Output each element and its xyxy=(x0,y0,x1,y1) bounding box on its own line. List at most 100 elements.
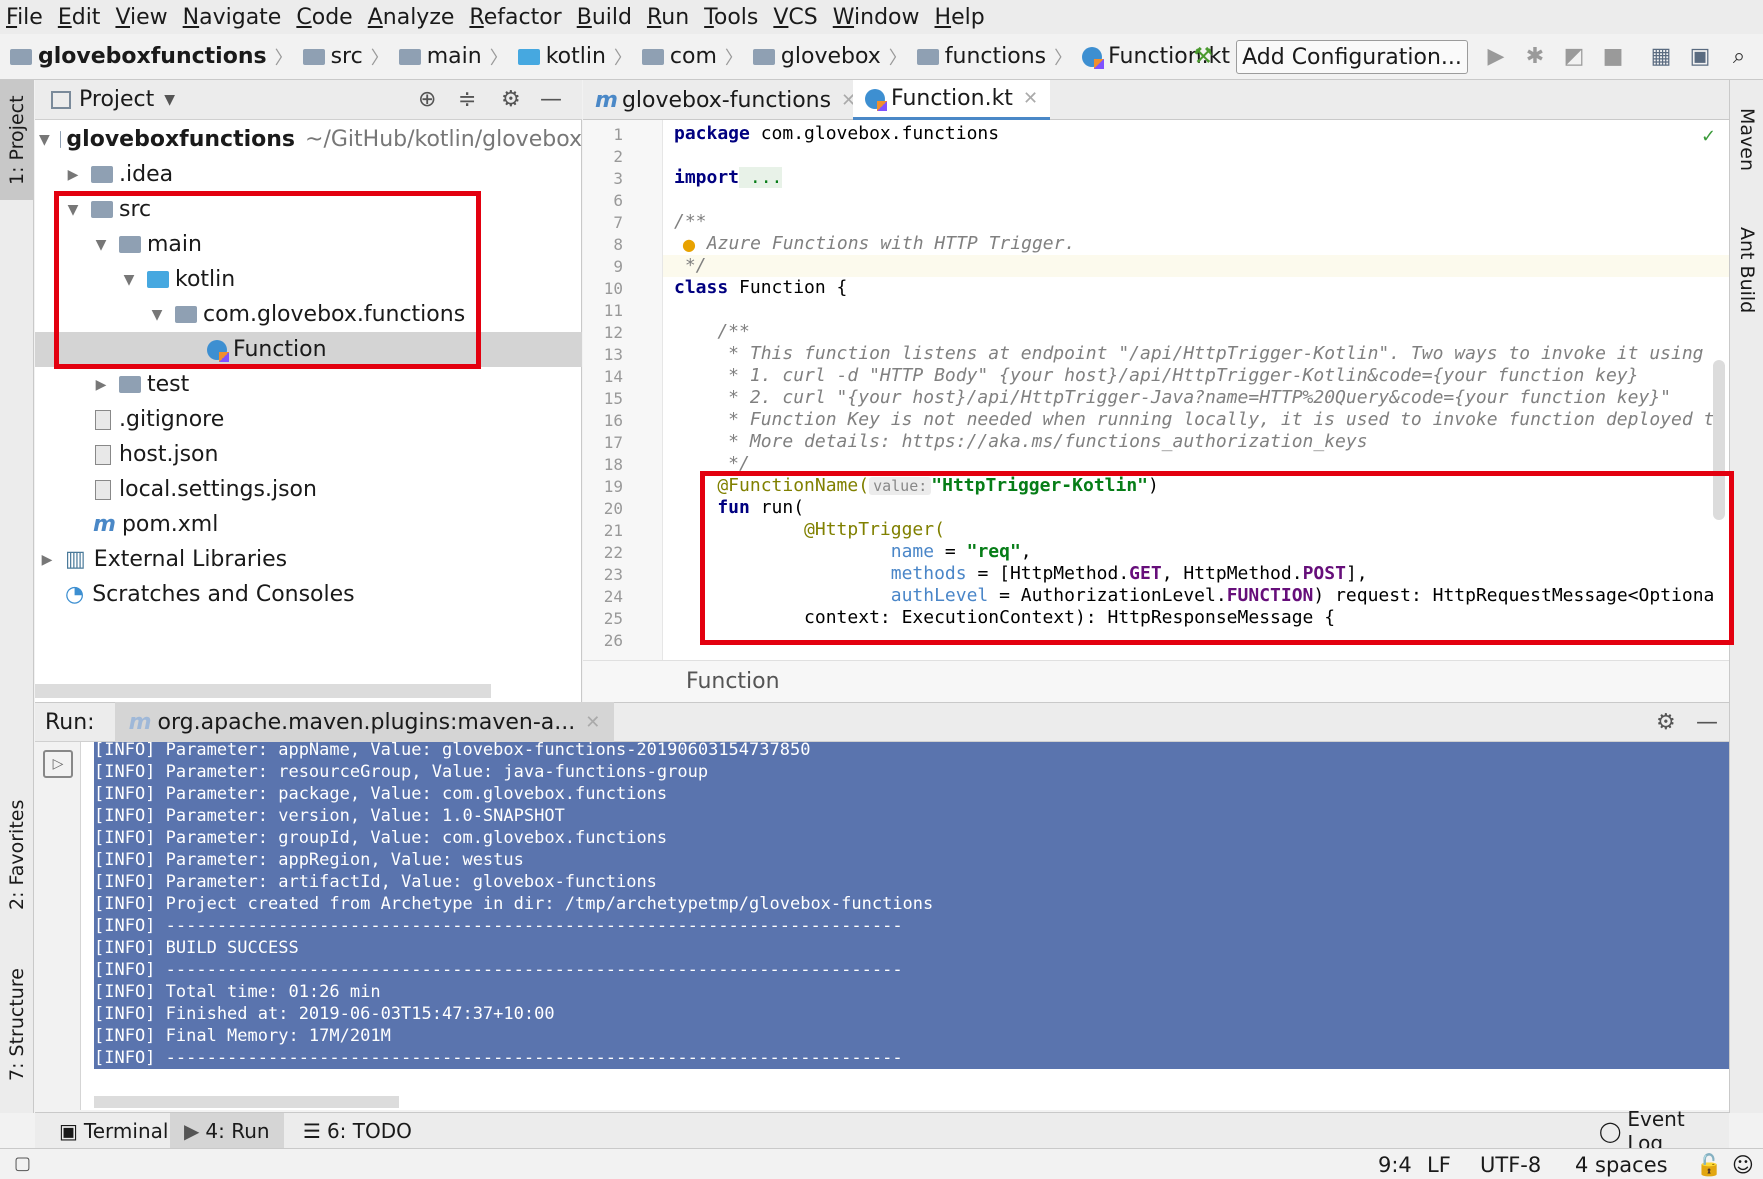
project-tool-tab[interactable]: 1: Project xyxy=(0,80,34,200)
tree-item-gloveboxfunctions[interactable]: ▼ gloveboxfunctions ~/GitHub/kotlin/gloveb… xyxy=(35,122,582,157)
breadcrumb-com[interactable]: com 〉 xyxy=(641,44,743,70)
tree-item-gitignore[interactable]: .gitignore xyxy=(35,402,582,437)
tree-label: .gitignore xyxy=(119,407,225,432)
hide-icon[interactable]: — xyxy=(540,87,562,112)
menu-refactor[interactable]: Refactor xyxy=(469,5,561,30)
lightbulb-icon[interactable]: ● xyxy=(682,235,696,254)
line-number: 10 xyxy=(603,279,623,298)
event-log-tab[interactable]: ◯ Event Log xyxy=(1585,1107,1729,1155)
code-token: com.glovebox.functions xyxy=(749,123,1000,144)
file-encoding[interactable]: UTF-8 xyxy=(1480,1153,1541,1177)
code-line: * More details: https://aka.ms/functions… xyxy=(674,431,1368,452)
search-icon[interactable]: ⌕ xyxy=(1726,44,1752,70)
chevron-down-icon[interactable]: ▼ xyxy=(164,92,175,108)
horizontal-scrollbar[interactable] xyxy=(35,684,491,698)
project-view-selector[interactable]: Project xyxy=(79,87,154,112)
lock-icon[interactable]: 🔓 xyxy=(1696,1153,1722,1178)
run-tool-tab[interactable]: ▶ 4: Run xyxy=(170,1113,284,1149)
breadcrumb-project[interactable]: gloveboxfunctions 〉 xyxy=(10,44,293,70)
menu-code[interactable]: Code xyxy=(296,5,352,30)
list-icon: ☰ xyxy=(303,1119,321,1143)
kotlin-file-icon xyxy=(1082,46,1105,69)
menu-build[interactable]: Build xyxy=(577,5,632,30)
inspector-icon[interactable]: ☺ xyxy=(1732,1153,1754,1177)
tree-item-idea[interactable]: ▶ .idea xyxy=(35,157,582,192)
rerun-icon[interactable]: ▷ xyxy=(43,750,73,778)
project-structure-icon[interactable]: ▦ xyxy=(1648,44,1674,70)
tree-item-pom[interactable]: m pom.xml xyxy=(35,507,582,542)
folded-imports[interactable]: ... xyxy=(739,167,783,188)
code-line: * This function listens at endpoint "/ap… xyxy=(674,343,1704,364)
ant-build-tool-tab[interactable]: Ant Build xyxy=(1730,210,1763,330)
coverage-icon[interactable]: ◩ xyxy=(1561,44,1587,70)
menu-navigate[interactable]: Navigate xyxy=(183,5,282,30)
menu-view[interactable]: View xyxy=(115,5,167,30)
line-number: 24 xyxy=(603,587,623,606)
breadcrumb-functions[interactable]: functions 〉 xyxy=(916,44,1072,70)
line-number: 23 xyxy=(603,565,623,584)
breadcrumb-main[interactable]: main 〉 xyxy=(398,44,508,70)
collapse-all-icon[interactable]: ≑ xyxy=(458,87,476,112)
menu-help[interactable]: Help xyxy=(935,5,985,30)
favorites-tool-tab[interactable]: 2: Favorites xyxy=(0,780,34,930)
close-icon[interactable]: ✕ xyxy=(1023,88,1038,109)
breadcrumb-label: src xyxy=(330,44,363,69)
editor-breadcrumb-label[interactable]: Function xyxy=(686,669,780,694)
console-line: [INFO] BUILD SUCCESS xyxy=(94,938,299,958)
tab-label: 6: TODO xyxy=(326,1119,412,1143)
run-panel-title: Run: xyxy=(45,709,95,735)
run-toolstrip: ▷ xyxy=(35,742,81,1110)
editor-tabs: m glovebox-functions ✕ Function.kt ✕ xyxy=(583,80,1729,120)
console-output[interactable]: [INFO] Parameter: appName, Value: gloveb… xyxy=(81,740,1729,1110)
sdk-manager-icon[interactable]: ▣ xyxy=(1687,44,1713,70)
close-icon[interactable]: ✕ xyxy=(585,712,600,733)
tree-item-test[interactable]: ▶ test xyxy=(35,367,582,402)
stop-icon[interactable]: ■ xyxy=(1600,44,1626,70)
scratches-icon: ◔ xyxy=(65,582,85,607)
breadcrumb-src[interactable]: src 〉 xyxy=(302,44,389,70)
run-icon[interactable]: ▶ xyxy=(1483,44,1509,70)
tree-item-external-libraries[interactable]: ▶ ▥ External Libraries xyxy=(35,542,582,577)
add-configuration-button[interactable]: Add Configuration... xyxy=(1236,40,1468,74)
line-separator[interactable]: LF xyxy=(1427,1153,1451,1177)
gear-icon[interactable]: ⚙ xyxy=(501,87,521,112)
tab-function-kt[interactable]: Function.kt ✕ xyxy=(853,80,1051,120)
breadcrumb-label: kotlin xyxy=(545,44,606,69)
expand-arrow-icon[interactable]: ▼ xyxy=(39,132,50,148)
caret-position[interactable]: 9:4 xyxy=(1378,1153,1412,1177)
build-hammer-icon[interactable]: ⚒ xyxy=(1190,44,1216,70)
todo-tab[interactable]: ☰ 6: TODO xyxy=(289,1113,426,1149)
structure-tool-tab[interactable]: 7: Structure xyxy=(0,950,34,1100)
gear-icon[interactable]: ⚙ xyxy=(1656,710,1676,735)
run-tab[interactable]: m org.apache.maven.plugins:maven-a... ✕ xyxy=(114,702,615,742)
collapsed-arrow-icon[interactable]: ▶ xyxy=(39,552,55,568)
tab-glovebox-functions[interactable]: m glovebox-functions ✕ xyxy=(583,80,868,120)
menu-vcs[interactable]: VCS xyxy=(773,5,817,30)
breadcrumb-glovebox[interactable]: glovebox 〉 xyxy=(752,44,907,70)
breadcrumb-kotlin[interactable]: kotlin 〉 xyxy=(517,44,632,70)
menu-tools[interactable]: Tools xyxy=(704,5,758,30)
tree-item-host-json[interactable]: host.json xyxy=(35,437,582,472)
tool-windows-icon[interactable]: ▢ xyxy=(14,1153,31,1174)
menu-file[interactable]: File xyxy=(6,5,43,30)
tree-item-local-settings[interactable]: local.settings.json xyxy=(35,472,582,507)
debug-icon[interactable]: ✱ xyxy=(1522,44,1548,70)
menu-edit[interactable]: Edit xyxy=(58,5,101,30)
menu-run[interactable]: Run xyxy=(647,5,689,30)
hide-icon[interactable]: — xyxy=(1696,710,1718,735)
maven-tool-tab[interactable]: Maven xyxy=(1730,90,1763,190)
locate-icon[interactable]: ⊕ xyxy=(418,87,436,112)
collapsed-arrow-icon[interactable]: ▶ xyxy=(93,377,109,393)
terminal-tab[interactable]: ▣ Terminal xyxy=(45,1113,182,1149)
code-token: import xyxy=(674,167,740,188)
indent-setting[interactable]: 4 spaces xyxy=(1575,1153,1668,1177)
menu-analyze[interactable]: Analyze xyxy=(368,5,455,30)
folder-icon xyxy=(10,48,32,65)
tree-item-scratches[interactable]: ◔ Scratches and Consoles xyxy=(35,577,582,612)
editor-breadcrumb: Function xyxy=(583,660,1729,702)
menu-window[interactable]: Window xyxy=(833,5,920,30)
collapsed-arrow-icon[interactable]: ▶ xyxy=(65,167,81,183)
horizontal-scrollbar[interactable] xyxy=(94,1096,399,1108)
console-line: [INFO] Parameter: appRegion, Value: west… xyxy=(94,850,524,870)
terminal-icon: ▣ xyxy=(59,1119,78,1143)
